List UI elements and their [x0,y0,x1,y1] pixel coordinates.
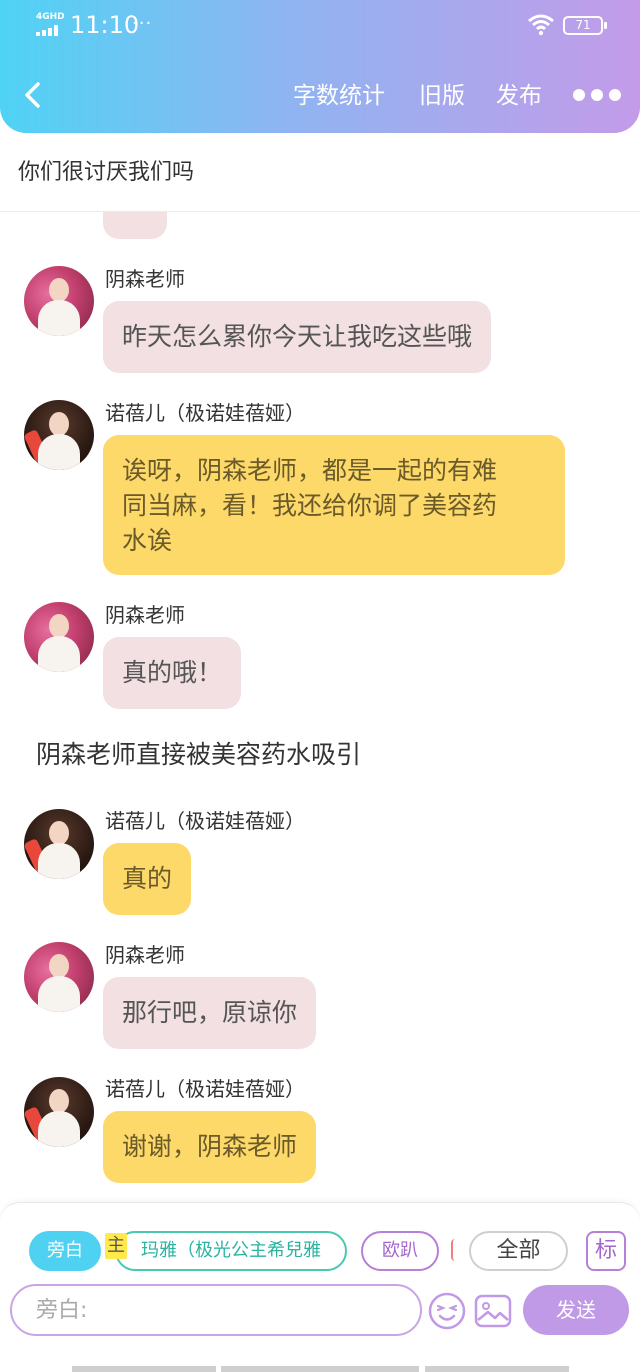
mark-button[interactable]: 标 [586,1231,626,1271]
message-text: 谢谢，阴森老师 [122,1132,298,1161]
app-header: 4GHD 11:10 ··· 71 字数统计 旧版 发布 [0,0,640,133]
avatar[interactable] [24,1077,94,1147]
speaker-name: 阴森老师 [105,943,185,967]
role-chip-maya[interactable]: 玛雅（极光公主希兒雅 [115,1231,347,1271]
message-text-line: 水诶 [122,526,173,555]
send-button[interactable]: 发送 [523,1285,629,1335]
status-more: ··· [132,13,153,34]
message-bubble[interactable]: 真的哦！ [103,637,242,709]
avatar[interactable] [24,809,94,879]
chevron-left-icon [25,82,40,108]
status-bar: 4GHD 11:10 ··· 71 [0,0,640,50]
message-text-line: 诶呀，阴森老师，都是一起的有难 [122,456,498,485]
composer-panel: 旁白 玛雅（极光公主希兒雅 主 欧趴 全部 标 发送 [0,1202,640,1340]
message-text: 真的 [122,864,173,893]
message-input[interactable] [10,1284,422,1336]
emoji-icon[interactable] [427,1291,467,1331]
message-bubble[interactable]: 那行吧，原谅你 [103,977,317,1049]
avatar[interactable] [24,400,94,470]
old-version-button[interactable]: 旧版 [419,80,465,112]
home-indicator [221,1366,419,1372]
role-chip-oupa[interactable]: 欧趴 [361,1231,439,1271]
back-button[interactable] [18,78,48,112]
speaker-name: 诺蓓儿（极诺娃蓓娅） [105,809,305,833]
speaker-name: 诺蓓儿（极诺娃蓓娅） [105,1077,305,1101]
role-chip-all[interactable]: 全部 [469,1231,568,1271]
word-count-button[interactable]: 字数统计 [293,80,385,112]
message-bubble-partial[interactable] [103,212,167,239]
role-chip-partial[interactable] [451,1239,455,1261]
speaker-name: 阴森老师 [105,267,185,291]
message-text: 昨天怎么累你今天让我吃这些哦 [122,322,473,351]
message-text: 那行吧，原谅你 [122,998,298,1027]
page-title: 你们很讨厌我们吗 [18,160,195,185]
message-bubble[interactable]: 诶呀，阴森老师，都是一起的有难 同当麻，看！我还给你调了美容药 水诶 [103,435,565,575]
message-text-line: 同当麻，看！我还给你调了美容药 [122,491,498,520]
home-indicator [72,1366,216,1372]
more-options-button[interactable] [570,86,624,104]
speaker-name: 诺蓓儿（极诺娃蓓娅） [105,401,305,425]
narration-text[interactable]: 阴森老师直接被美容药水吸引 [36,737,361,772]
network-type: 4GHD [36,12,65,22]
main-role-tag: 主 [105,1233,127,1259]
message-bubble[interactable]: 谢谢，阴森老师 [103,1111,317,1183]
clock: 11:10 [70,11,140,39]
role-chip-narrator[interactable]: 旁白 [29,1231,101,1271]
message-bubble[interactable]: 昨天怎么累你今天让我吃这些哦 [103,301,492,373]
avatar[interactable] [24,942,94,1012]
message-bubble[interactable]: 真的 [103,843,192,915]
home-indicator [425,1366,569,1372]
avatar[interactable] [24,602,94,672]
chat-list[interactable]: 阴森老师 昨天怎么累你今天让我吃这些哦 诺蓓儿（极诺娃蓓娅） 诶呀，阴森老师，都… [0,212,640,1202]
publish-button[interactable]: 发布 [496,80,542,112]
message-text: 真的哦！ [122,658,223,687]
battery-icon: 71 [563,16,607,35]
cell-signal-icon: 4GHD [36,12,65,36]
avatar[interactable] [24,266,94,336]
speaker-name: 阴森老师 [105,603,185,627]
wifi-icon [528,14,554,36]
image-icon[interactable] [473,1291,513,1331]
